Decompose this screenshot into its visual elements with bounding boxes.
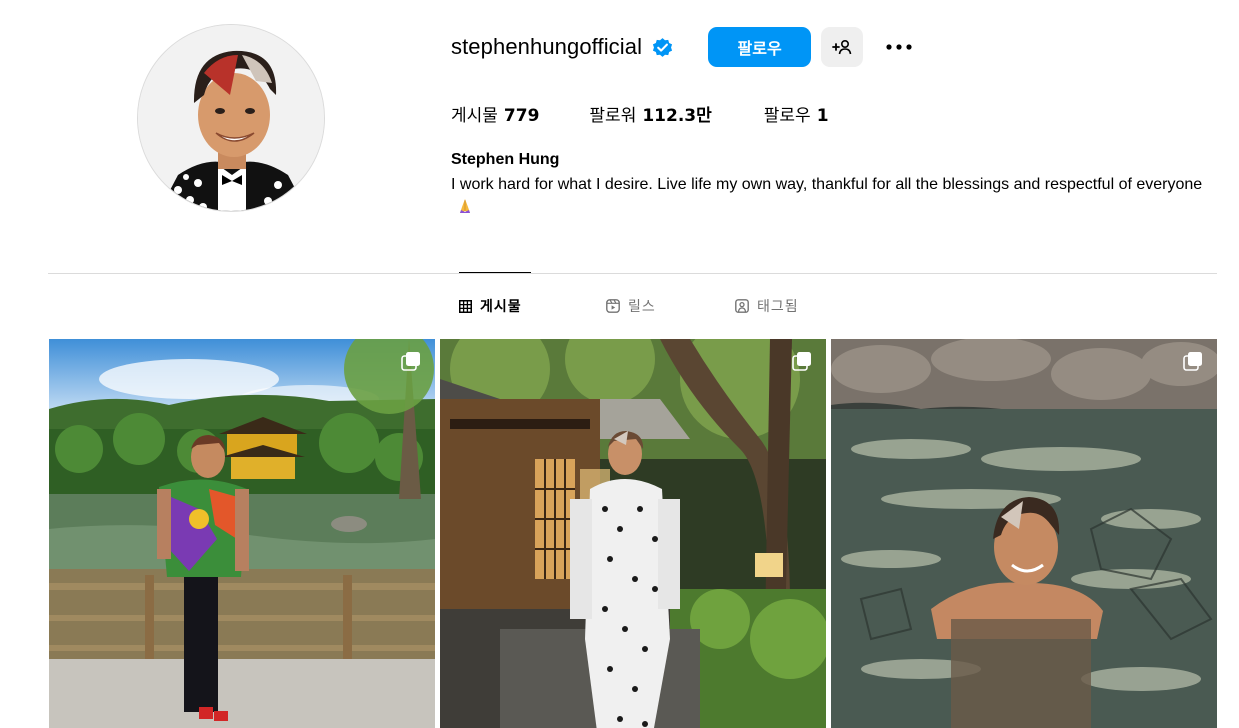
tabs-divider: [48, 273, 1217, 274]
followers-value: 112.3만: [642, 106, 712, 126]
more-options-button[interactable]: [883, 27, 915, 67]
followers-label: 팔로워: [589, 106, 637, 126]
username[interactable]: stephenhungofficial: [451, 34, 642, 60]
bio-container: I work hard for what I desire. Live life…: [451, 173, 1211, 219]
add-person-icon: [832, 39, 852, 55]
posts-label: 게시물: [451, 106, 498, 126]
following-link[interactable]: 팔로우 1: [764, 101, 829, 126]
tab-reels-label: 릴스: [628, 299, 656, 315]
profile-info: stephenhungofficial 팔로우 게시물 779 팔로워 112.…: [451, 27, 1211, 219]
following-label: 팔로우: [763, 106, 811, 126]
post-image: [831, 339, 1217, 728]
tab-posts-label: 게시물: [480, 299, 522, 315]
profile-avatar[interactable]: [137, 24, 325, 212]
post-image: [49, 339, 435, 728]
post-golden-pavilion[interactable]: [49, 339, 435, 728]
carousel-icon: [401, 352, 420, 371]
posts-count: 게시물 779: [451, 101, 539, 126]
suggest-people-button[interactable]: [821, 27, 864, 67]
praying-hands-emoji: [457, 198, 473, 214]
active-tab-indicator: [459, 272, 531, 273]
tab-tagged-label: 태그됨: [757, 299, 799, 315]
tab-reels[interactable]: 릴스: [606, 296, 656, 316]
more-options-icon: [886, 44, 912, 50]
profile-stats: 게시물 779 팔로워 112.3만 팔로우 1: [451, 101, 1211, 126]
carousel-icon: [792, 352, 811, 371]
post-garden-suit[interactable]: [440, 339, 826, 728]
posts-grid: [49, 339, 1217, 728]
posts-value: 779: [503, 106, 540, 126]
profile-tabs: 게시물 릴스 태그됨: [0, 296, 1239, 316]
tab-posts[interactable]: 게시물: [459, 296, 522, 316]
verified-badge-icon: [651, 36, 674, 59]
tab-tagged[interactable]: 태그됨: [735, 296, 799, 316]
grid-icon: [459, 299, 472, 313]
full-name: Stephen Hung: [451, 151, 560, 168]
post-image: [440, 339, 826, 728]
tagged-icon: [735, 299, 749, 313]
post-hot-spring[interactable]: [831, 339, 1217, 728]
bio-text: I work hard for what I desire. Live life…: [451, 176, 1203, 193]
reels-icon: [606, 299, 620, 313]
profile-header-row: stephenhungofficial 팔로우: [451, 27, 1211, 67]
followers-link[interactable]: 팔로워 112.3만: [589, 101, 711, 126]
following-value: 1: [816, 106, 829, 126]
carousel-icon: [1183, 352, 1202, 371]
follow-button[interactable]: 팔로우: [708, 27, 812, 67]
